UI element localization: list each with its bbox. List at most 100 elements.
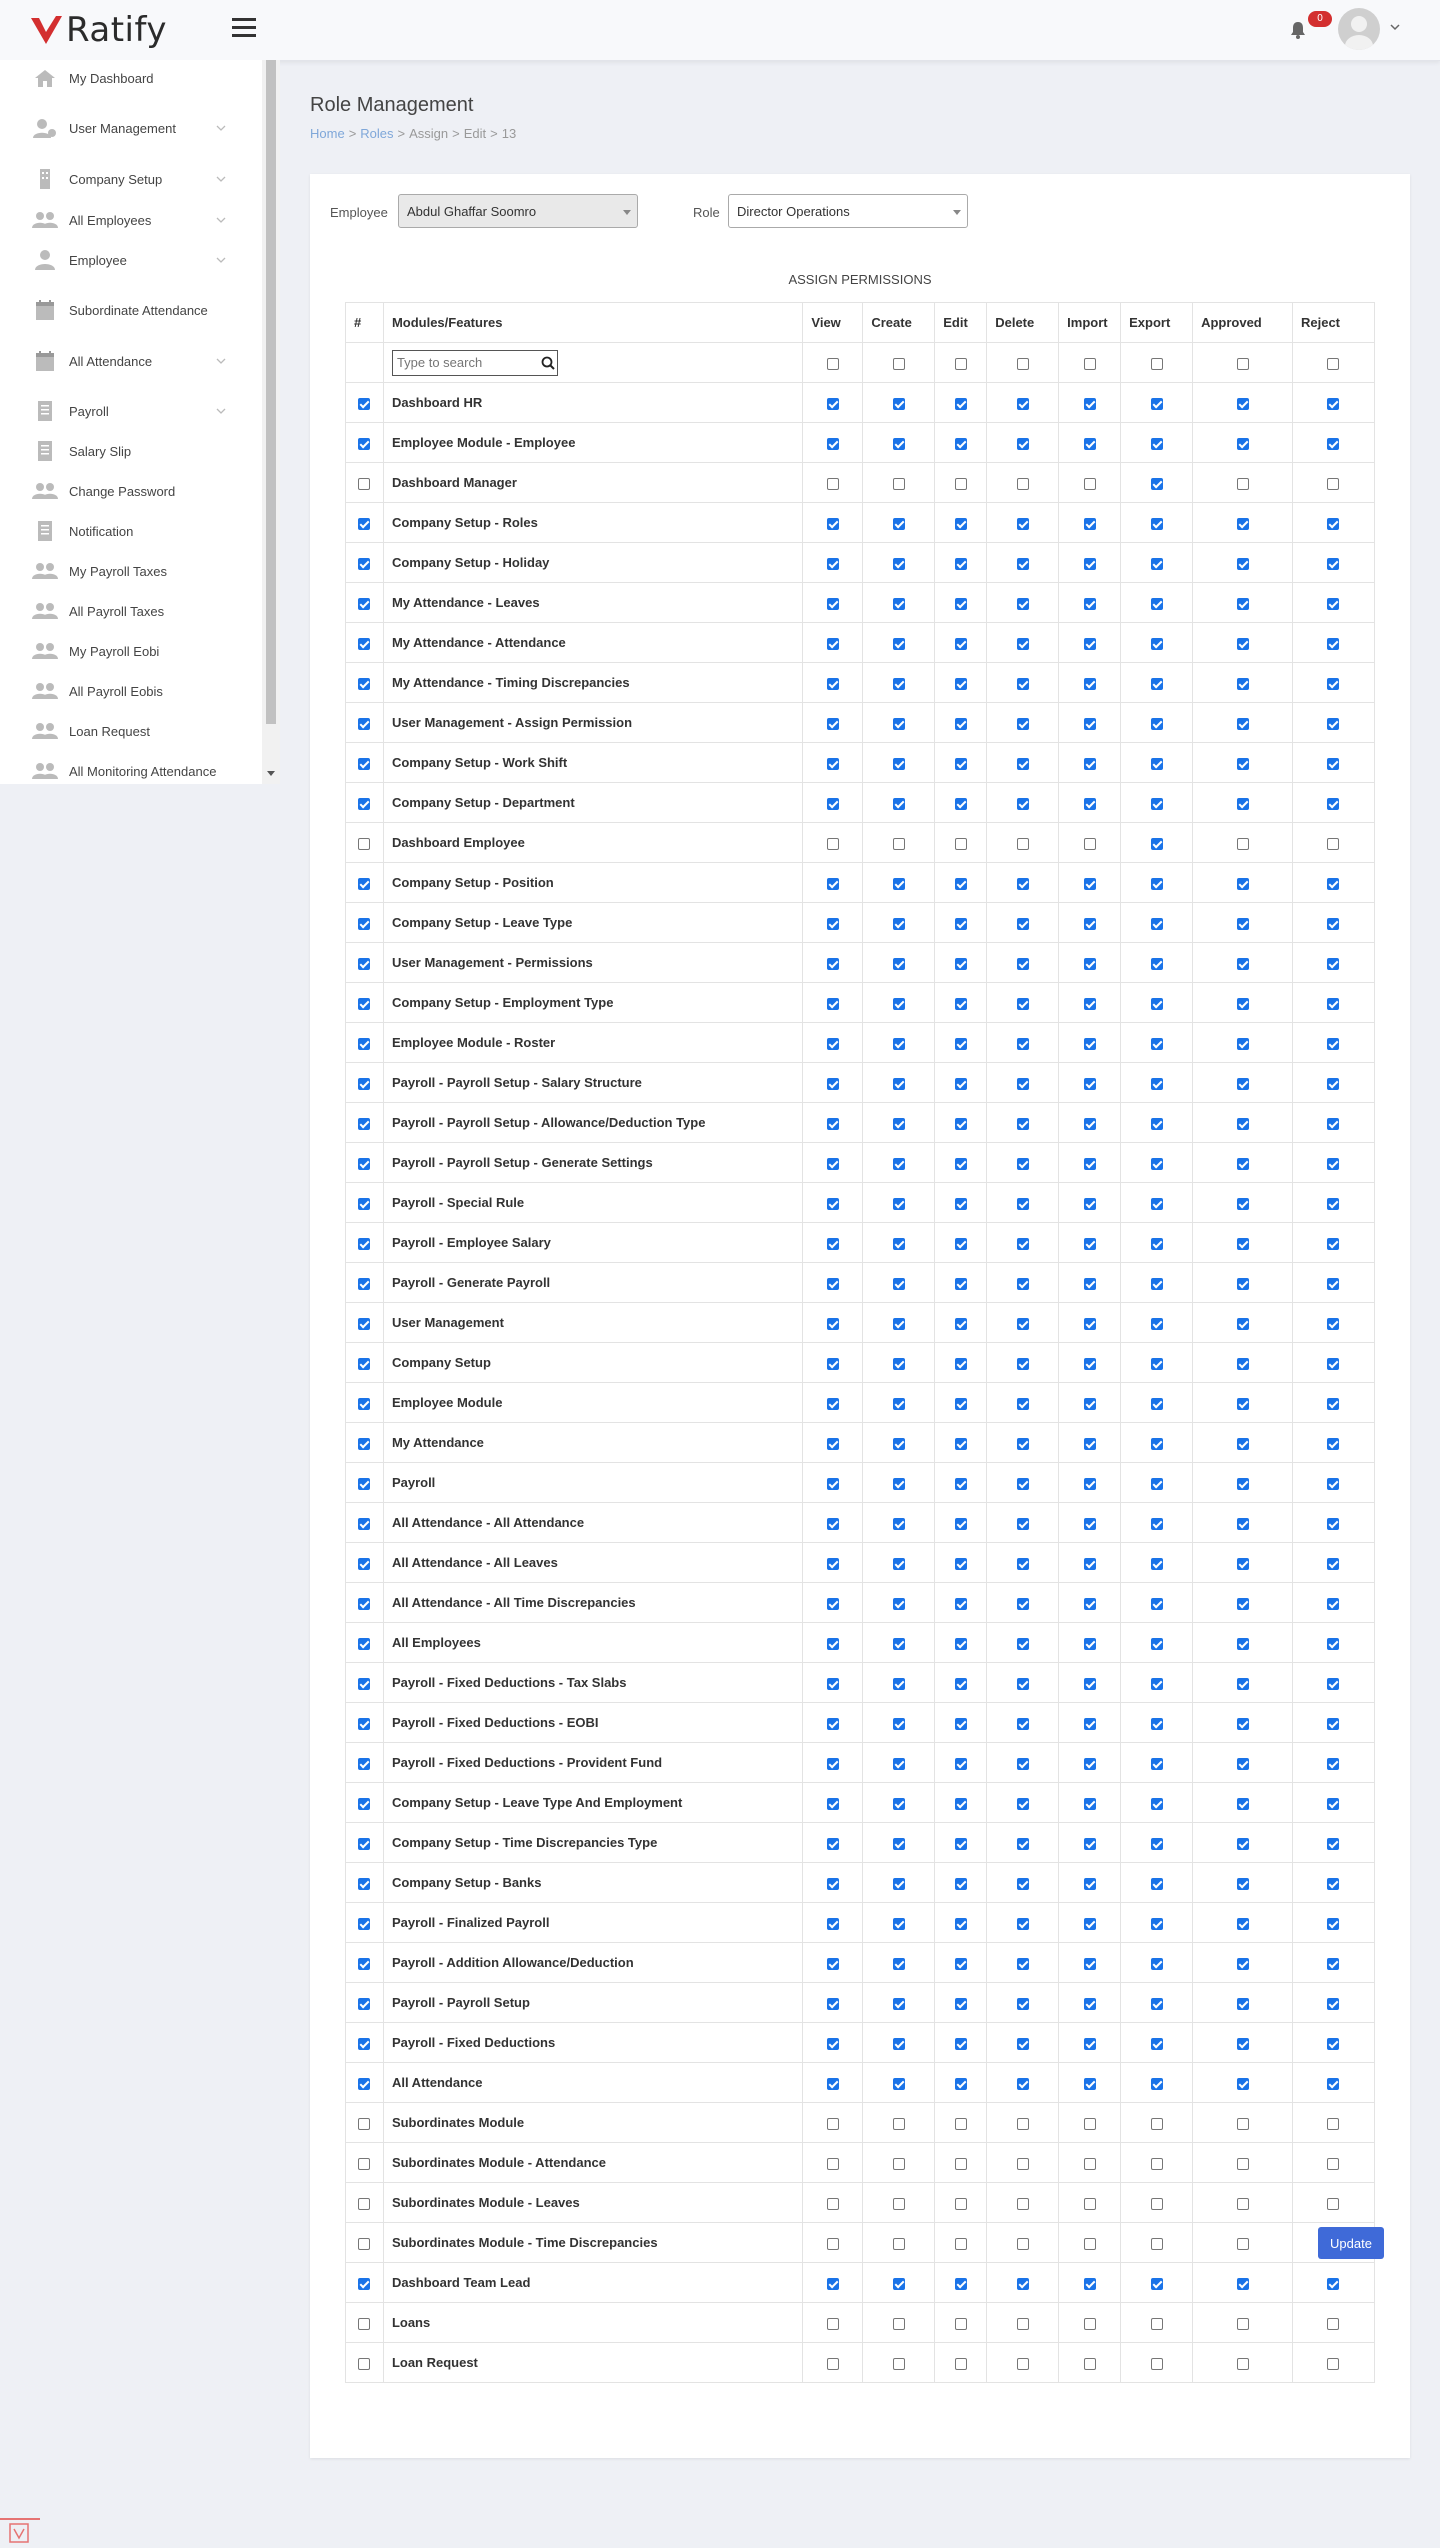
- import-permission-checkbox[interactable]: [1083, 2357, 1096, 2370]
- select-all-import-checkbox[interactable]: [1083, 357, 1096, 370]
- sidebar-item-payroll[interactable]: Payroll: [0, 396, 262, 426]
- reject-permission-checkbox[interactable]: [1327, 1157, 1340, 1170]
- reject-permission-checkbox[interactable]: [1327, 517, 1340, 530]
- import-permission-checkbox[interactable]: [1083, 1917, 1096, 1930]
- import-permission-checkbox[interactable]: [1083, 2117, 1096, 2130]
- create-permission-checkbox[interactable]: [892, 2037, 905, 2050]
- delete-permission-checkbox[interactable]: [1016, 917, 1029, 930]
- row-select-checkbox[interactable]: [358, 1597, 371, 1610]
- sidebar-item-my-dashboard[interactable]: My Dashboard: [0, 63, 262, 93]
- breadcrumb-roles[interactable]: Roles: [360, 126, 393, 141]
- export-permission-checkbox[interactable]: [1150, 437, 1163, 450]
- row-select-checkbox[interactable]: [358, 717, 371, 730]
- export-permission-checkbox[interactable]: [1150, 1317, 1163, 1330]
- create-permission-checkbox[interactable]: [892, 1237, 905, 1250]
- create-permission-checkbox[interactable]: [892, 2117, 905, 2130]
- select-all-reject-checkbox[interactable]: [1327, 357, 1340, 370]
- delete-permission-checkbox[interactable]: [1016, 1517, 1029, 1530]
- import-permission-checkbox[interactable]: [1083, 877, 1096, 890]
- create-permission-checkbox[interactable]: [892, 1157, 905, 1170]
- edit-permission-checkbox[interactable]: [954, 1197, 967, 1210]
- view-permission-checkbox[interactable]: [826, 797, 839, 810]
- create-permission-checkbox[interactable]: [892, 1557, 905, 1570]
- import-permission-checkbox[interactable]: [1083, 1557, 1096, 1570]
- create-permission-checkbox[interactable]: [892, 1917, 905, 1930]
- row-select-checkbox[interactable]: [358, 1117, 371, 1130]
- import-permission-checkbox[interactable]: [1083, 2157, 1096, 2170]
- sidebar-item-notification[interactable]: Notification: [0, 516, 262, 546]
- reject-permission-checkbox[interactable]: [1327, 2357, 1340, 2370]
- import-permission-checkbox[interactable]: [1083, 2237, 1096, 2250]
- import-permission-checkbox[interactable]: [1083, 1277, 1096, 1290]
- delete-permission-checkbox[interactable]: [1016, 1277, 1029, 1290]
- approved-permission-checkbox[interactable]: [1236, 1477, 1249, 1490]
- edit-permission-checkbox[interactable]: [954, 2237, 967, 2250]
- reject-permission-checkbox[interactable]: [1327, 677, 1340, 690]
- row-select-checkbox[interactable]: [358, 2277, 371, 2290]
- edit-permission-checkbox[interactable]: [954, 1917, 967, 1930]
- import-permission-checkbox[interactable]: [1083, 1317, 1096, 1330]
- edit-permission-checkbox[interactable]: [954, 557, 967, 570]
- reject-permission-checkbox[interactable]: [1327, 597, 1340, 610]
- reject-permission-checkbox[interactable]: [1327, 1997, 1340, 2010]
- edit-permission-checkbox[interactable]: [954, 797, 967, 810]
- sidebar-item-subordinate-attendance[interactable]: Subordinate Attendance: [0, 295, 262, 325]
- approved-permission-checkbox[interactable]: [1236, 1717, 1249, 1730]
- role-select[interactable]: Director Operations: [728, 194, 968, 228]
- delete-permission-checkbox[interactable]: [1016, 2237, 1029, 2250]
- row-select-checkbox[interactable]: [358, 1517, 371, 1530]
- delete-permission-checkbox[interactable]: [1016, 1597, 1029, 1610]
- edit-permission-checkbox[interactable]: [954, 1437, 967, 1450]
- view-permission-checkbox[interactable]: [826, 1677, 839, 1690]
- edit-permission-checkbox[interactable]: [954, 1877, 967, 1890]
- export-permission-checkbox[interactable]: [1150, 1117, 1163, 1130]
- edit-permission-checkbox[interactable]: [954, 1037, 967, 1050]
- delete-permission-checkbox[interactable]: [1016, 1797, 1029, 1810]
- edit-permission-checkbox[interactable]: [954, 1317, 967, 1330]
- import-permission-checkbox[interactable]: [1083, 1717, 1096, 1730]
- delete-permission-checkbox[interactable]: [1016, 2117, 1029, 2130]
- approved-permission-checkbox[interactable]: [1236, 2237, 1249, 2250]
- import-permission-checkbox[interactable]: [1083, 1757, 1096, 1770]
- row-select-checkbox[interactable]: [358, 1077, 371, 1090]
- edit-permission-checkbox[interactable]: [954, 917, 967, 930]
- create-permission-checkbox[interactable]: [892, 2197, 905, 2210]
- view-permission-checkbox[interactable]: [826, 1237, 839, 1250]
- create-permission-checkbox[interactable]: [892, 517, 905, 530]
- delete-permission-checkbox[interactable]: [1016, 597, 1029, 610]
- edit-permission-checkbox[interactable]: [954, 477, 967, 490]
- create-permission-checkbox[interactable]: [892, 1877, 905, 1890]
- approved-permission-checkbox[interactable]: [1236, 1437, 1249, 1450]
- export-permission-checkbox[interactable]: [1150, 2157, 1163, 2170]
- reject-permission-checkbox[interactable]: [1327, 1637, 1340, 1650]
- view-permission-checkbox[interactable]: [826, 837, 839, 850]
- import-permission-checkbox[interactable]: [1083, 397, 1096, 410]
- create-permission-checkbox[interactable]: [892, 1517, 905, 1530]
- row-select-checkbox[interactable]: [358, 677, 371, 690]
- delete-permission-checkbox[interactable]: [1016, 1877, 1029, 1890]
- row-select-checkbox[interactable]: [358, 1637, 371, 1650]
- edit-permission-checkbox[interactable]: [954, 1997, 967, 2010]
- delete-permission-checkbox[interactable]: [1016, 1837, 1029, 1850]
- delete-permission-checkbox[interactable]: [1016, 2157, 1029, 2170]
- create-permission-checkbox[interactable]: [892, 677, 905, 690]
- row-select-checkbox[interactable]: [358, 997, 371, 1010]
- export-permission-checkbox[interactable]: [1150, 1557, 1163, 1570]
- row-select-checkbox[interactable]: [358, 917, 371, 930]
- import-permission-checkbox[interactable]: [1083, 1677, 1096, 1690]
- view-permission-checkbox[interactable]: [826, 1957, 839, 1970]
- edit-permission-checkbox[interactable]: [954, 517, 967, 530]
- approved-permission-checkbox[interactable]: [1236, 1597, 1249, 1610]
- row-select-checkbox[interactable]: [358, 637, 371, 650]
- delete-permission-checkbox[interactable]: [1016, 1157, 1029, 1170]
- edit-permission-checkbox[interactable]: [954, 2117, 967, 2130]
- export-permission-checkbox[interactable]: [1150, 677, 1163, 690]
- approved-permission-checkbox[interactable]: [1236, 517, 1249, 530]
- delete-permission-checkbox[interactable]: [1016, 2317, 1029, 2330]
- row-select-checkbox[interactable]: [358, 1837, 371, 1850]
- export-permission-checkbox[interactable]: [1150, 1837, 1163, 1850]
- reject-permission-checkbox[interactable]: [1327, 1317, 1340, 1330]
- export-permission-checkbox[interactable]: [1150, 1357, 1163, 1370]
- view-permission-checkbox[interactable]: [826, 1637, 839, 1650]
- reject-permission-checkbox[interactable]: [1327, 1717, 1340, 1730]
